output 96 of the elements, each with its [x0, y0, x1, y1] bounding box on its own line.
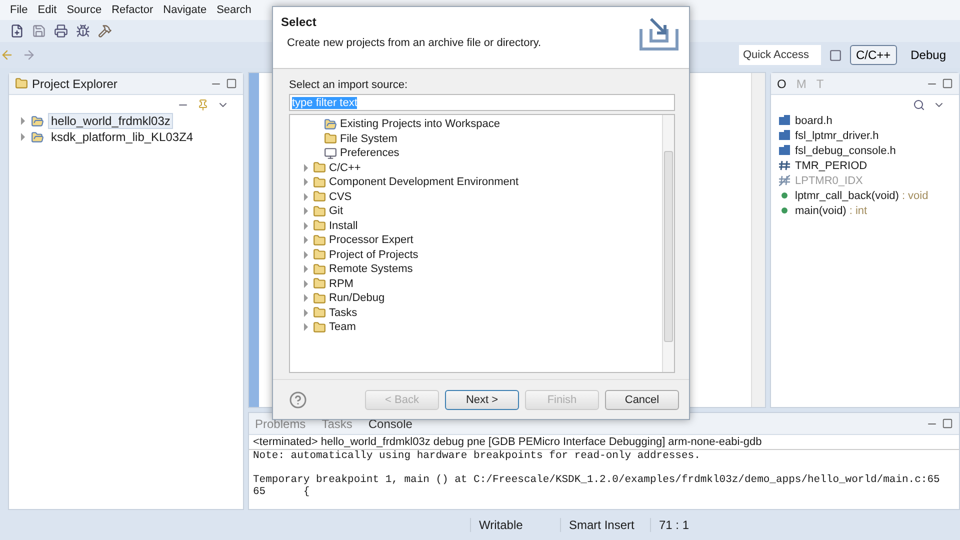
arrow-right-icon[interactable]	[22, 48, 36, 62]
outline-item[interactable]: TMR_PERIOD	[795, 160, 868, 172]
outline-item[interactable]: fsl_debug_console.h	[795, 144, 896, 156]
hash-icon	[779, 160, 790, 171]
help-icon[interactable]	[289, 390, 307, 408]
folder-icon	[313, 190, 326, 204]
save-icon[interactable]	[32, 24, 46, 38]
function-dot-icon	[779, 190, 790, 201]
category-item[interactable]: Run/Debug	[329, 292, 385, 304]
dialog-title: Select	[281, 15, 318, 29]
menu-item[interactable]: Navigate	[163, 4, 207, 16]
category-item[interactable]: CVS	[329, 190, 352, 203]
wizard-item[interactable]: File System	[340, 132, 398, 145]
expand-arrow-icon[interactable]	[304, 164, 308, 172]
crossed-hash-icon	[779, 175, 790, 186]
category-item[interactable]: Install	[329, 220, 358, 232]
expand-arrow-icon[interactable]	[304, 265, 308, 274]
dialog-description: Create new projects from an archive file or directory.	[286, 37, 542, 49]
folder-icon	[313, 176, 326, 189]
console-header: <terminated> hello_world_frdmkl03z debug pne [GDB PEMicro Interface Debugging] arm-none-eabi-gdb	[249, 435, 959, 450]
category-item[interactable]: Processor Expert	[329, 234, 414, 246]
folder-icon	[324, 132, 337, 146]
console-line: 65 {	[253, 486, 311, 498]
folder-icon	[313, 306, 326, 320]
menu-item[interactable]: Source	[66, 4, 102, 16]
maximize-icon[interactable]	[942, 78, 953, 89]
folder-icon	[313, 161, 326, 174]
folder-icon	[313, 204, 326, 218]
status-field: Writable	[470, 518, 560, 532]
status-field: 71 : 1	[650, 518, 740, 532]
console-line: Note: automatically using hardware breakpoints for read-only addresses.	[253, 450, 702, 462]
view-tab[interactable]: O	[777, 76, 786, 90]
menu-item[interactable]: Refactor	[112, 4, 154, 16]
folder-icon	[15, 77, 28, 90]
window-icon	[324, 146, 337, 160]
expand-arrow-icon[interactable]	[21, 117, 25, 125]
dialog-button[interactable]: Cancel	[605, 390, 679, 410]
expand-arrow-icon[interactable]	[304, 250, 308, 259]
menu-item[interactable]: File	[10, 4, 28, 16]
category-item[interactable]: Team	[329, 321, 356, 334]
header-file-icon	[779, 145, 790, 156]
perspective-button[interactable]: C/C++	[850, 45, 897, 65]
expand-arrow-icon[interactable]	[304, 236, 308, 244]
project-folder-icon	[31, 114, 44, 128]
folder-icon	[313, 277, 326, 290]
function-dot-icon	[779, 205, 790, 216]
maximize-icon[interactable]	[942, 418, 953, 429]
source-label: Select an import source:	[289, 79, 409, 91]
category-item[interactable]: Component Development Environment	[329, 176, 519, 188]
status-field: Smart Insert	[560, 518, 650, 532]
wizard-item[interactable]: Preferences	[340, 147, 400, 160]
expand-arrow-icon[interactable]	[304, 178, 308, 186]
console-line: Temporary breakpoint 1, main () at C:/Freescale/KSDK_1.2.0/examples/frdmkl03z/demo_apps/hello_world/main.c:65	[253, 474, 941, 486]
expand-arrow-icon[interactable]	[304, 323, 308, 332]
category-item[interactable]: C/C++	[329, 162, 361, 174]
outline-item[interactable]: main(void) : int	[795, 204, 868, 216]
menu-item[interactable]: Edit	[38, 4, 57, 16]
dialog-button[interactable]: Next >	[445, 390, 519, 410]
expand-arrow-icon[interactable]	[21, 133, 25, 141]
category-item[interactable]: Tasks	[329, 306, 358, 319]
outline-item[interactable]: fsl_lptmr_driver.h	[795, 130, 879, 142]
project-folder-icon	[324, 118, 337, 131]
expand-arrow-icon[interactable]	[304, 192, 308, 201]
project-folder-icon	[31, 130, 44, 144]
hammer-icon[interactable]	[98, 24, 112, 38]
outline-item[interactable]: board.h	[795, 114, 832, 126]
expand-arrow-icon[interactable]	[304, 222, 308, 230]
scrollbar[interactable]	[662, 115, 674, 372]
folder-icon	[313, 234, 326, 247]
wizard-item[interactable]: Existing Projects into Workspace	[340, 118, 500, 130]
expand-arrow-icon[interactable]	[304, 308, 308, 317]
header-file-icon	[779, 115, 790, 126]
maximize-icon[interactable]	[226, 78, 237, 89]
menu-item[interactable]: Search	[216, 4, 252, 16]
quick-access-field[interactable]: Quick Access	[738, 45, 821, 65]
folder-icon	[313, 248, 326, 262]
outline-item[interactable]: lptmr_call_back(void) : void	[795, 190, 928, 202]
folder-icon	[313, 262, 326, 276]
printer-icon[interactable]	[54, 24, 68, 38]
expand-arrow-icon[interactable]	[304, 207, 308, 216]
expand-arrow-icon[interactable]	[304, 294, 308, 302]
folder-icon	[313, 219, 326, 232]
folder-icon	[313, 320, 326, 334]
category-item[interactable]: Remote Systems	[329, 263, 413, 276]
new-file-icon[interactable]	[10, 24, 24, 38]
project-item[interactable]: hello_world_frdmkl03z	[48, 113, 174, 129]
bug-icon[interactable]	[76, 24, 90, 38]
expand-arrow-icon[interactable]	[304, 280, 308, 288]
category-item[interactable]: Project of Projects	[329, 248, 418, 261]
header-file-icon	[779, 130, 790, 141]
perspective-button[interactable]: Debug	[904, 45, 952, 65]
project-item[interactable]: ksdk_platform_lib_KL03Z4	[48, 129, 196, 145]
view-tab[interactable]: Console	[368, 416, 412, 430]
category-item[interactable]: Git	[329, 205, 344, 218]
folder-icon	[313, 292, 326, 305]
category-item[interactable]: RPM	[329, 278, 354, 290]
